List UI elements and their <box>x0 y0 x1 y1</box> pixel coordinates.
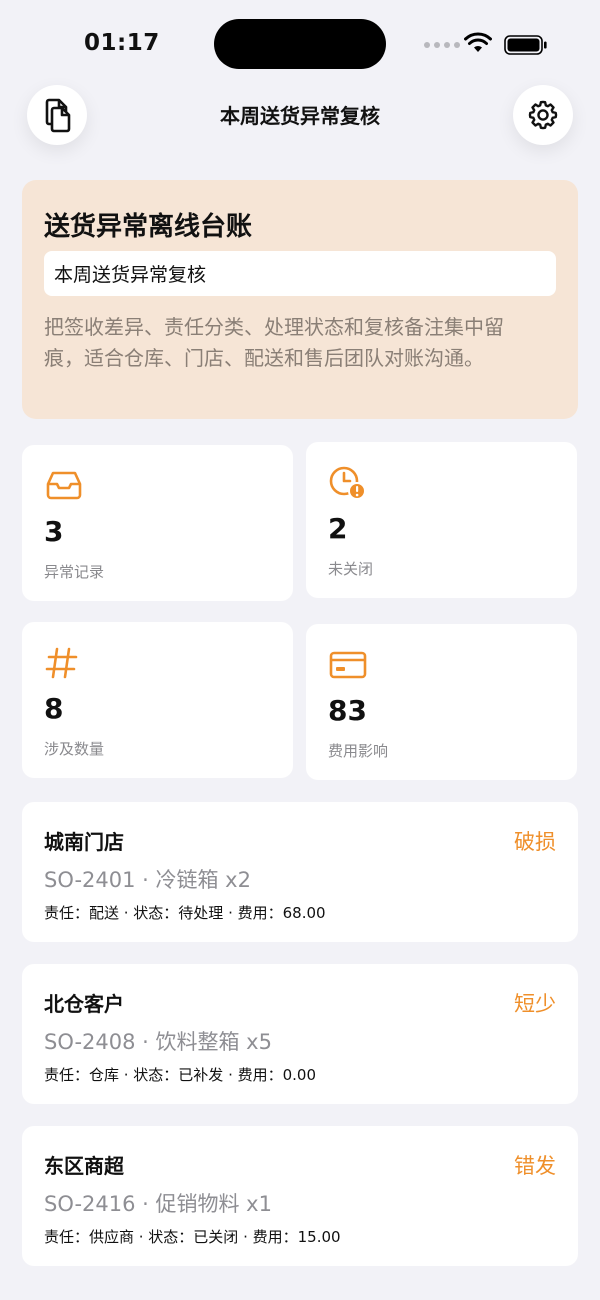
clock-alert-icon <box>329 466 366 500</box>
exception-record-card[interactable]: 北仓客户 短少 SO-2408 · 饮料整箱 x5 责任：仓库 · 状态：已补发… <box>22 964 578 1104</box>
stat-card-records[interactable]: 3 异常记录 <box>22 445 293 601</box>
copy-button[interactable] <box>27 85 87 145</box>
record-customer: 北仓客户 <box>44 992 124 1016</box>
status-time: 01:17 <box>84 30 160 56</box>
cellular-signal-icon <box>424 42 460 48</box>
stat-label: 费用影响 <box>328 742 389 760</box>
settings-button[interactable] <box>513 85 573 145</box>
record-type-tag: 破损 <box>514 830 556 854</box>
copy-documents-icon <box>45 98 71 133</box>
stat-label: 涉及数量 <box>44 740 105 758</box>
stat-value: 83 <box>328 694 367 727</box>
record-customer: 东区商超 <box>44 1154 124 1178</box>
ledger-name-input[interactable] <box>44 251 556 296</box>
record-order-summary: SO-2408 · 饮料整箱 x5 <box>44 1030 272 1054</box>
record-type-tag: 错发 <box>514 1154 556 1178</box>
hash-icon <box>45 647 78 679</box>
exception-record-card[interactable]: 城南门店 破损 SO-2401 · 冷链箱 x2 责任：配送 · 状态：待处理 … <box>22 802 578 942</box>
stat-value: 8 <box>44 692 64 725</box>
stat-value: 2 <box>328 512 348 545</box>
dynamic-island <box>214 19 386 69</box>
record-customer: 城南门店 <box>44 830 124 854</box>
ledger-header-card: 送货异常离线台账 把签收差异、责任分类、处理状态和复核备注集中留痕，适合仓库、门… <box>22 180 578 419</box>
battery-icon <box>504 35 547 55</box>
record-meta: 责任：供应商 · 状态：已关闭 · 费用：15.00 <box>44 1228 341 1246</box>
stat-value: 3 <box>44 515 64 548</box>
wifi-icon <box>464 32 492 52</box>
stat-card-quantity[interactable]: 8 涉及数量 <box>22 622 293 778</box>
credit-card-icon <box>329 651 367 679</box>
exception-record-card[interactable]: 东区商超 错发 SO-2416 · 促销物料 x1 责任：供应商 · 状态：已关… <box>22 1126 578 1266</box>
status-icons <box>424 30 554 58</box>
stat-label: 未关闭 <box>328 560 374 578</box>
record-meta: 责任：配送 · 状态：待处理 · 费用：68.00 <box>44 904 326 922</box>
record-order-summary: SO-2401 · 冷链箱 x2 <box>44 868 251 892</box>
gear-icon <box>528 100 558 130</box>
record-type-tag: 短少 <box>514 992 556 1016</box>
app-screen: 01:17 本周送货异常复核 送货异常离线台账 本周送货异常复核 把签收差异、责… <box>0 0 600 1300</box>
ledger-title: 送货异常离线台账 <box>44 212 253 242</box>
stat-card-cost[interactable]: 83 费用影响 <box>306 624 577 780</box>
page-title: 本周送货异常复核 <box>220 104 380 128</box>
stat-card-open[interactable]: 2 未关闭 <box>306 442 577 598</box>
ledger-description: 把签收差异、责任分类、处理状态和复核备注集中留痕，适合仓库、门店、配送和售后团队… <box>44 315 504 370</box>
record-meta: 责任：仓库 · 状态：已补发 · 费用：0.00 <box>44 1066 317 1084</box>
stat-label: 异常记录 <box>44 563 105 581</box>
status-bar: 01:17 <box>0 0 600 88</box>
record-order-summary: SO-2416 · 促销物料 x1 <box>44 1192 272 1216</box>
inbox-tray-icon <box>46 471 82 500</box>
